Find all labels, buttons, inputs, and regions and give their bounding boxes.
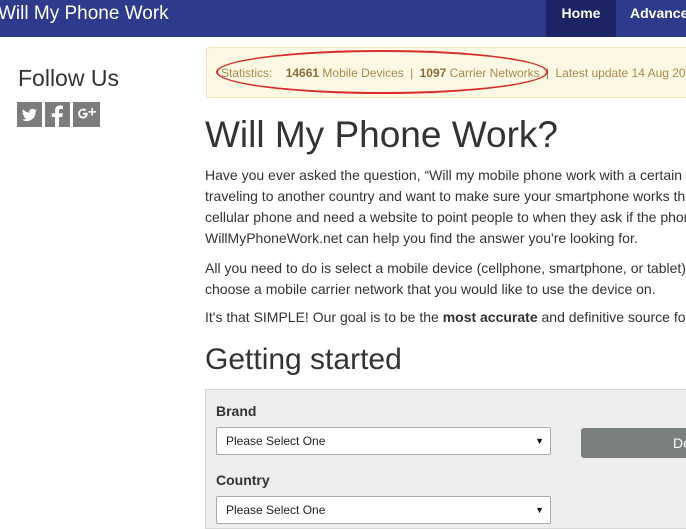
goal-text-start: It's that SIMPLE! Our goal is to be the	[205, 309, 443, 325]
intro-line: Have you ever asked the question, “Will …	[205, 167, 682, 183]
google-plus-icon[interactable]	[73, 102, 100, 127]
intro-line: traveling to another country and want to…	[205, 188, 686, 204]
stats-separator: |	[410, 66, 414, 80]
top-navbar: Will My Phone Work Home Advance	[0, 0, 686, 37]
detect-button[interactable]: De	[581, 428, 686, 458]
getting-started-heading: Getting started	[205, 343, 402, 376]
brand-select-value: Please Select One	[226, 434, 326, 448]
goal-text-bold: most accurate	[442, 309, 538, 325]
statistics-banner: Statistics: 14661 Mobile Devices | 1097 …	[206, 47, 686, 98]
instructions-paragraph: All you need to do is select a mobile de…	[205, 258, 686, 300]
nav-advanced[interactable]: Advance	[630, 0, 686, 37]
instructions-line: choose a mobile carrier network that you…	[205, 281, 656, 297]
country-select[interactable]: Please Select One ▼	[216, 496, 551, 524]
statistics-line: Statistics: 14661 Mobile Devices | 1097 …	[221, 66, 686, 80]
instructions-line: All you need to do is select a mobile de…	[205, 260, 686, 276]
twitter-icon[interactable]	[17, 102, 42, 127]
site-brand[interactable]: Will My Phone Work	[0, 3, 169, 25]
stats-label: Statistics:	[221, 66, 273, 80]
devices-label: Mobile Devices	[322, 66, 404, 80]
page-title: Will My Phone Work?	[205, 114, 558, 155]
goal-text-end: and definitive source fo	[537, 309, 686, 325]
dropdown-arrow-icon: ▼	[535, 436, 544, 446]
country-select-value: Please Select One	[226, 503, 326, 517]
country-label: Country	[216, 472, 270, 488]
intro-line: WillMyPhoneWork.net can help you find th…	[205, 230, 638, 246]
stats-separator: |	[546, 66, 550, 80]
networks-count: 1097	[419, 66, 447, 80]
intro-paragraph: Have you ever asked the question, “Will …	[205, 165, 686, 249]
follow-us-heading: Follow Us	[18, 65, 119, 91]
brand-select[interactable]: Please Select One ▼	[216, 427, 551, 455]
dropdown-arrow-icon: ▼	[535, 505, 544, 515]
facebook-icon[interactable]	[45, 102, 70, 127]
intro-line: cellular phone and need a website to poi…	[205, 209, 686, 225]
latest-update: Latest update 14 Aug 201	[555, 66, 686, 80]
nav-home[interactable]: Home	[546, 0, 616, 37]
devices-count: 14661	[285, 66, 320, 80]
goal-paragraph: It's that SIMPLE! Our goal is to be the …	[205, 307, 686, 328]
networks-label: Carrier Networks	[449, 66, 540, 80]
brand-label: Brand	[216, 403, 257, 419]
